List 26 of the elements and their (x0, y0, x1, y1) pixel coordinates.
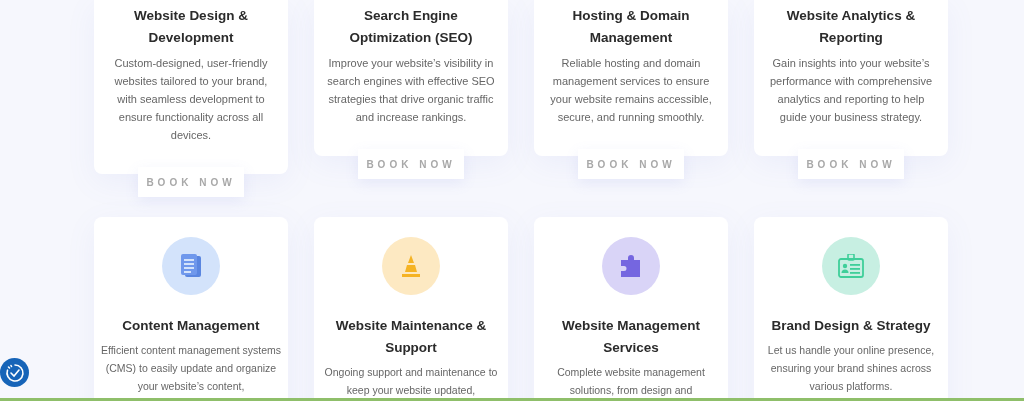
service-title: Website Analytics & Reporting (785, 7, 917, 47)
service-description: Custom-designed, user-friendly websites tailored to your brand, with seamless development to ensure functionality across all devices. (113, 56, 269, 143)
book-now-button[interactable]: BOOK NOW (138, 167, 244, 197)
service-description: Complete website management solutions, from design and (556, 365, 706, 398)
service-title: Brand Design & Strategy (771, 317, 931, 335)
service-description: Reliable hosting and domain management services to ensure your website remains accessible, secure, and running smoothly. (549, 56, 713, 125)
service-title: Website Maintenance & Support (334, 317, 488, 357)
service-title: Content Management (122, 317, 260, 335)
book-now-button[interactable]: BOOK NOW (358, 149, 464, 179)
service-description: Ongoing support and maintenance to keep your website updated, (323, 365, 499, 398)
service-title: Search Engine Optimization (SEO) (348, 7, 474, 47)
service-description: Gain insights into your website’s performance with comprehensive analytics and reporting to help guide your business strategy. (769, 56, 933, 125)
traffic-cone-icon (399, 254, 423, 278)
book-now-button[interactable]: BOOK NOW (578, 149, 684, 179)
service-title: Website Design & Development (133, 7, 249, 47)
service-description: Improve your website’s visibility in search engines with effective SEO strategies that drive organic traffic and increase rankings. (326, 56, 496, 125)
id-card-icon (838, 254, 864, 278)
book-now-button[interactable]: BOOK NOW (798, 149, 904, 179)
puzzle-piece-icon (620, 254, 642, 278)
accessibility-icon (4, 362, 25, 383)
document-icon (180, 253, 202, 279)
service-description: Let us handle your online presence, ensuring your brand shines across various platforms. (766, 343, 936, 394)
service-title: Hosting & Domain Management (571, 7, 691, 47)
service-title: Website Management Services (561, 317, 701, 357)
service-description: Efficient content management systems (CMS) to easily update and organize your website’s content, (100, 343, 282, 394)
accessibility-button[interactable] (0, 358, 29, 387)
